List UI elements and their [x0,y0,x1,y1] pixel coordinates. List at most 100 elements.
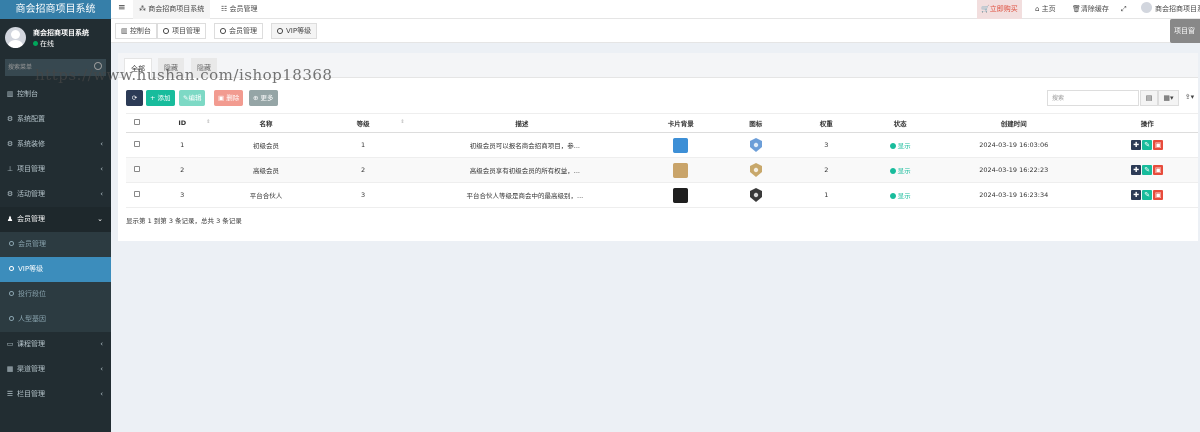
user-panel: 商会招商项目系统 在线 [0,19,111,55]
clear-cache-label: 清除缓存 [1080,5,1109,13]
edit-label: 编辑 [188,94,202,102]
delete-button[interactable]: ▣ 删除 [214,90,244,106]
cell-weight: 3 [783,132,870,158]
sidebar-item-member-management[interactable]: ♟ 会员管理 ⌄ [0,207,111,232]
edit-row-button[interactable]: ✎ [1142,140,1153,150]
list-icon: ☰ [6,390,14,398]
plus-icon: + [150,94,158,102]
filter-tab-2[interactable]: 隐藏 [191,58,217,78]
circle-icon [9,241,14,246]
col-id[interactable]: ID ⇕ [148,113,217,133]
checkbox[interactable] [134,166,141,172]
delete-row-button[interactable]: ▣ [1153,165,1164,175]
sidebar-subitem-gene[interactable]: 人型基因 [0,307,111,332]
table-header-row: ID ⇕ 名称 等级 ⇕ 描述 卡片背景 图标 权重 状态 创建时间 操作 [126,113,1198,133]
checkbox[interactable] [134,119,141,125]
search-icon[interactable] [94,62,102,70]
cell-level: 3 [315,182,411,208]
tab-project-management[interactable]: 项目管理 [157,23,206,39]
card-background-thumbnail[interactable] [673,137,689,153]
top-header: ≡ ⁂ 商会招商项目系统 ☷ 会员管理 🛒立即购买 ⌂ 主页 🗑清除缓存 ⤢ 商… [111,0,1200,19]
sidebar-item-column-management[interactable]: ☰ 栏目管理 ‹ [0,382,111,407]
buy-now-button[interactable]: 🛒立即购买 [977,0,1022,19]
add-button[interactable]: + 添加 [146,90,175,106]
app-logo-title[interactable]: 商会招商项目系统 [0,0,111,19]
cell-card-bg [633,157,729,183]
cell-status[interactable]: 显示 [869,157,932,183]
sidebar-search-input[interactable] [5,59,85,76]
table-view-toggle-icon[interactable]: ▤ [1140,90,1158,106]
cell-weight: 2 [783,157,870,183]
select-all-checkbox[interactable] [126,113,149,133]
clear-cache-button[interactable]: 🗑清除缓存 [1072,0,1109,19]
checkbox[interactable] [134,141,141,147]
content-panel: 全部 隐藏 隐藏 ⟳ + 添加 ✎编辑 ▣ 删除 ⊕ 更多 ▤ ▦▾ ⇪▾ ID… [118,53,1198,241]
sort-icon[interactable]: ⇕ [206,119,210,125]
edit-button[interactable]: ✎编辑 [179,90,206,106]
card-background-thumbnail[interactable] [673,162,689,178]
checkbox[interactable] [134,191,141,197]
card-background-thumbnail[interactable] [673,187,689,203]
user-menu-label: 商会招商项目系统 [1155,5,1200,13]
sidebar-item-channel-management[interactable]: ▦ 渠道管理 ‹ [0,357,111,382]
col-level[interactable]: 等级 ⇕ [315,113,411,133]
detail-button[interactable]: ✚ [1131,190,1142,200]
home-link[interactable]: ⌂ 主页 [1035,0,1056,19]
sidebar-item-system-config[interactable]: ⚙ 系统配置 [0,107,111,132]
user-menu[interactable]: 商会招商项目系统 [1141,0,1200,19]
sidebar-subitem-rank[interactable]: 投行段位 [0,282,111,307]
more-button[interactable]: ⊕ 更多 [249,90,278,106]
sidebar-subitem-label: 会员管理 [18,240,46,248]
tab-member-management[interactable]: 会员管理 [214,23,263,39]
filter-tab-all[interactable]: 全部 [124,58,152,78]
sidebar-item-activity-management[interactable]: ⚙ 活动管理 ‹ [0,182,111,207]
tab-dashboard[interactable]: ▥ 控制台 [115,23,157,39]
table-row[interactable]: 1 初级会员 1 初级会员可以报名商会招商项目，参... 3 显示 2024-0… [126,132,1198,158]
delete-row-button[interactable]: ▣ [1153,190,1164,200]
sidebar-subitem-member-management[interactable]: 会员管理 [0,232,111,257]
detail-button[interactable]: ✚ [1131,140,1142,150]
header-tab-member-management[interactable]: ☷ 会员管理 [215,0,264,19]
vip-badge-icon[interactable] [749,138,762,152]
table-row[interactable]: 2 高级会员 2 高级会员享有初级会员的所有权益，... 2 显示 2024-0… [126,157,1198,183]
edit-row-button[interactable]: ✎ [1142,190,1153,200]
user-name: 商会招商项目系统 [33,29,89,37]
sidebar-item-system-decoration[interactable]: ⚙ 系统装修 ‹ [0,132,111,157]
sidebar-item-label: 系统装修 [17,140,45,148]
filter-tab-1[interactable]: 隐藏 [158,58,184,78]
detail-button[interactable]: ✚ [1131,165,1142,175]
sort-icon[interactable]: ⇕ [400,119,404,125]
cell-created: 2024-03-19 16:22:23 [931,157,1097,183]
sidebar-item-dashboard[interactable]: ▥ 控制台 [0,82,111,107]
table-search-input[interactable] [1047,90,1139,106]
refresh-button[interactable]: ⟳ [126,90,143,106]
cell-status[interactable]: 显示 [869,182,932,208]
right-floating-widget[interactable]: 项目窗 [1170,19,1200,43]
sidebar-item-project-management[interactable]: ⊥ 项目管理 ‹ [0,157,111,182]
header-tab-project-system[interactable]: ⁂ 商会招商项目系统 [133,0,211,19]
online-dot-icon [33,41,38,46]
row-select[interactable] [126,182,149,208]
sidebar-subitem-vip-level[interactable]: VIP等级 [0,257,111,282]
cart-icon: 🛒 [981,5,990,13]
row-select[interactable] [126,132,149,158]
menu-toggle-icon[interactable]: ≡ [118,3,126,13]
vip-badge-icon[interactable] [749,163,762,177]
table-row[interactable]: 3 平台合伙人 3 平台合伙人等级是商会中的最高级别，... 1 显示 2024… [126,182,1198,208]
sidebar-item-course-management[interactable]: ▭ 课程管理 ‹ [0,332,111,357]
row-select[interactable] [126,157,149,183]
tab-label: VIP等级 [286,27,312,35]
gear-icon: ⚙ [6,190,14,198]
tab-vip-level[interactable]: VIP等级 [271,23,318,39]
columns-dropdown-icon[interactable]: ▦▾ [1158,90,1179,106]
filter-tabs: 全部 隐藏 隐藏 [118,53,1198,78]
circle-icon [277,28,283,34]
edit-row-button[interactable]: ✎ [1142,165,1153,175]
vip-badge-icon[interactable] [749,188,762,202]
export-dropdown-icon[interactable]: ⇪▾ [1181,90,1198,106]
delete-row-button[interactable]: ▣ [1153,140,1164,150]
cell-status[interactable]: 显示 [869,132,932,158]
trash-icon: 🗑 [1072,5,1081,13]
fullscreen-icon[interactable]: ⤢ [1121,0,1127,19]
grid-icon: ▦ [6,365,14,373]
